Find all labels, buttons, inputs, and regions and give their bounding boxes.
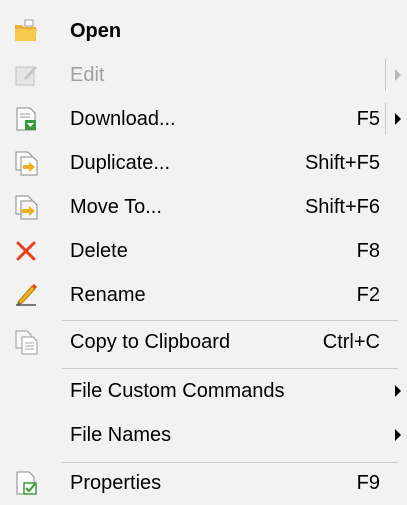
edit-icon [15, 66, 37, 86]
menu-label-move-to: Move To... [70, 196, 162, 218]
menu-item-delete[interactable]: Delete F8 [0, 229, 407, 273]
submenu-split-divider [385, 59, 386, 91]
menu-item-open[interactable]: Open [0, 9, 407, 53]
rename-icon [16, 284, 37, 306]
properties-icon [16, 471, 37, 495]
shortcut-duplicate: Shift+F5 [304, 152, 380, 174]
menu-item-edit[interactable]: Edit [0, 53, 407, 97]
menu-label-open: Open [70, 20, 122, 42]
menu-label-duplicate: Duplicate... [70, 152, 171, 174]
move-icon [15, 195, 38, 220]
delete-icon [16, 241, 36, 261]
shortcut-download: F5 [356, 108, 380, 130]
menu-label-file-custom-commands: File Custom Commands [70, 380, 285, 402]
menu-item-file-names[interactable]: File Names [0, 413, 407, 457]
menu-label-properties: Properties [70, 472, 162, 494]
menu-label-copy-to-clipboard: Copy to Clipboard [70, 331, 231, 353]
submenu-arrow-icon [395, 113, 401, 125]
download-icon [16, 107, 36, 131]
context-menu: Open Edit Download... F5 Duplicate... Sh… [0, 0, 407, 505]
submenu-arrow-icon [395, 385, 401, 397]
menu-item-rename[interactable]: Rename F2 [0, 273, 407, 317]
menu-label-download: Download... [70, 108, 176, 130]
shortcut-move-to: Shift+F6 [304, 196, 380, 218]
shortcut-delete: F8 [356, 240, 380, 262]
shortcut-properties: F9 [356, 472, 380, 494]
folder-open-icon [15, 19, 37, 41]
submenu-split-divider [385, 103, 386, 135]
clipboard-icon [15, 330, 38, 355]
duplicate-icon [15, 151, 38, 176]
menu-item-copy-to-clipboard[interactable]: Copy to Clipboard Ctrl+C [0, 320, 407, 364]
menu-item-move-to[interactable]: Move To... Shift+F6 [0, 185, 407, 229]
submenu-arrow-icon [395, 69, 401, 81]
menu-label-edit: Edit [70, 64, 105, 86]
shortcut-copy-to-clipboard: Ctrl+C [322, 331, 380, 353]
menu-item-duplicate[interactable]: Duplicate... Shift+F5 [0, 141, 407, 185]
menu-item-file-custom-commands[interactable]: File Custom Commands [0, 369, 407, 413]
menu-label-rename: Rename [70, 284, 146, 306]
menu-item-properties[interactable]: Properties F9 [0, 461, 407, 505]
menu-item-download[interactable]: Download... F5 [0, 97, 407, 141]
submenu-arrow-icon [395, 429, 401, 441]
shortcut-rename: F2 [356, 284, 380, 306]
menu-label-file-names: File Names [70, 424, 172, 446]
menu-label-delete: Delete [70, 240, 128, 262]
